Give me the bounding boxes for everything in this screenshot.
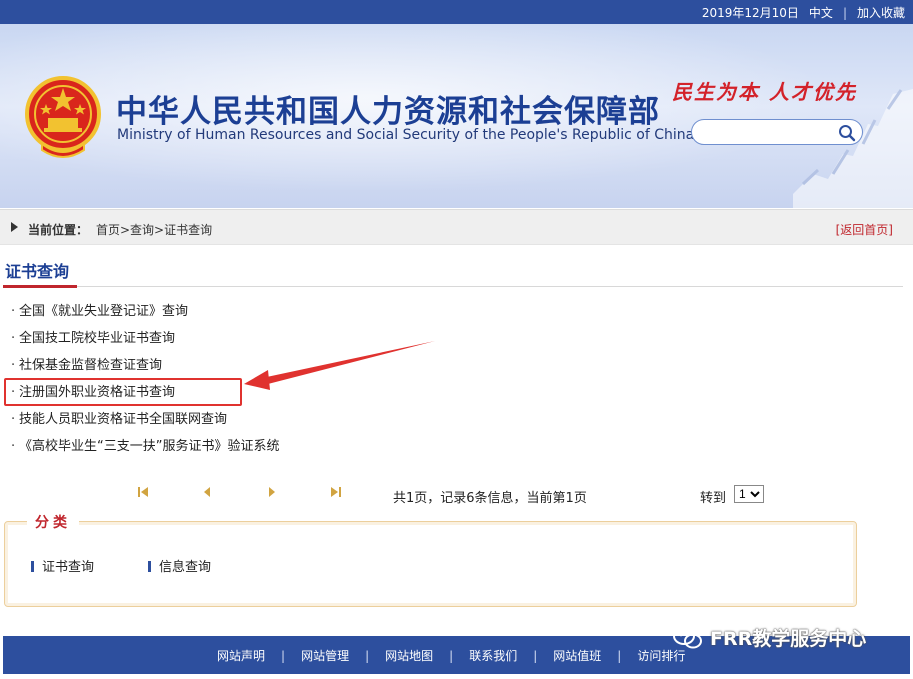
list-item-label[interactable]: 《高校毕业生“三支一扶”服务证书》验证系统 — [19, 439, 279, 454]
breadcrumb[interactable]: 首页>查询>证书查询 — [96, 221, 212, 238]
page-title: 证书查询 — [5, 262, 70, 281]
ministry-title-cn: 中华人民共和国人力资源和社会保障部 — [116, 94, 660, 130]
search-icon[interactable] — [838, 124, 856, 142]
footer-link-contact[interactable]: 联系我们 — [469, 647, 517, 664]
category-bullet — [148, 561, 151, 572]
watermark: FRR教学服务中心 — [672, 624, 866, 651]
national-emblem-icon — [25, 76, 101, 158]
bullet: · — [11, 304, 16, 319]
prev-page-icon[interactable] — [200, 486, 214, 498]
footer-link-statement[interactable]: 网站声明 — [217, 647, 265, 664]
date-text: 2019年12月10日 — [701, 6, 799, 20]
wechat-icon — [673, 626, 702, 648]
list-item-label[interactable]: 全国《就业失业登记证》查询 — [19, 304, 188, 319]
footer-link-duty[interactable]: 网站值班 — [553, 647, 601, 664]
top-bar-separator: | — [842, 5, 847, 20]
list-item-label[interactable]: 技能人员职业资格证书全国联网查询 — [19, 412, 227, 427]
breadcrumb-label: 当前位置： — [28, 223, 89, 237]
list-item-label[interactable]: 社保基金监督检查证查询 — [19, 358, 162, 373]
breadcrumb-bar: 当前位置： 首页>查询>证书查询 [返回首页] — [0, 209, 913, 245]
first-page-icon[interactable] — [137, 486, 151, 498]
list-item[interactable]: · 全国《就业失业登记证》查询 — [11, 300, 279, 327]
pagination: 共1页，记录6条信息，当前第1页 转到 1 — [0, 482, 913, 508]
footer-link-admin[interactable]: 网站管理 — [301, 647, 349, 664]
section-divider — [3, 286, 903, 287]
category-box: 分类 证书查询 信息查询 — [4, 512, 857, 607]
category-item-label[interactable]: 证书查询 — [42, 560, 94, 575]
top-bar-items: 2019年12月10日 中文 | 加入收藏 — [702, 4, 905, 21]
list-item-label[interactable]: 全国技工院校毕业证书查询 — [19, 331, 175, 346]
footer-separator: | — [281, 648, 286, 663]
category-bullet — [31, 561, 34, 572]
last-page-icon[interactable] — [328, 486, 342, 498]
breadcrumb-arrow-icon — [11, 222, 18, 232]
footer-link-sitemap[interactable]: 网站地图 — [385, 647, 433, 664]
annotation-arrow-icon — [244, 341, 435, 390]
page: 2019年12月10日 中文 | 加入收藏 中华人民共和国人力资源和社会保障部 … — [0, 0, 913, 679]
ministry-title-en: Ministry of Human Resources and Social S… — [117, 127, 695, 143]
footer-separator: | — [449, 648, 454, 663]
bullet: · — [11, 412, 16, 427]
pagination-info: 共1页，记录6条信息，当前第1页 — [393, 491, 587, 506]
category-title: 分类 — [27, 512, 79, 532]
back-home-link[interactable]: [返回首页] — [836, 221, 893, 238]
search-input[interactable] — [702, 124, 832, 140]
section-divider-accent — [3, 285, 77, 288]
slogan: 民生为本 人才优先 — [672, 80, 857, 104]
list-item[interactable]: · 《高校毕业生“三支一扶”服务证书》验证系统 — [11, 435, 279, 462]
header-banner: 中华人民共和国人力资源和社会保障部 Ministry of Human Reso… — [0, 24, 913, 208]
bullet: · — [11, 439, 16, 454]
category-item-label[interactable]: 信息查询 — [159, 560, 211, 575]
footer-links: 网站声明 | 网站管理 | 网站地图 | 联系我们 | 网站值班 | 访问排行 — [217, 647, 685, 664]
bullet: · — [11, 331, 16, 346]
top-bar: 2019年12月10日 中文 | 加入收藏 — [0, 0, 913, 24]
bullet: · — [11, 358, 16, 373]
lang-link[interactable]: 中文 — [809, 4, 833, 21]
goto-label: 转到 — [700, 491, 727, 506]
search-box — [691, 119, 863, 145]
add-favorite-link[interactable]: 加入收藏 — [857, 4, 905, 21]
page-select[interactable]: 1 — [734, 485, 764, 503]
watermark-text: FRR教学服务中心 — [710, 628, 867, 650]
footer-separator: | — [617, 648, 622, 663]
footer-separator: | — [365, 648, 370, 663]
list-item[interactable]: · 技能人员职业资格证书全国联网查询 — [11, 408, 279, 435]
footer-separator: | — [533, 648, 538, 663]
category-item-certificate[interactable]: 证书查询 — [31, 556, 94, 575]
next-page-icon[interactable] — [265, 486, 279, 498]
category-item-info[interactable]: 信息查询 — [148, 556, 211, 575]
highlight-box — [4, 378, 242, 406]
